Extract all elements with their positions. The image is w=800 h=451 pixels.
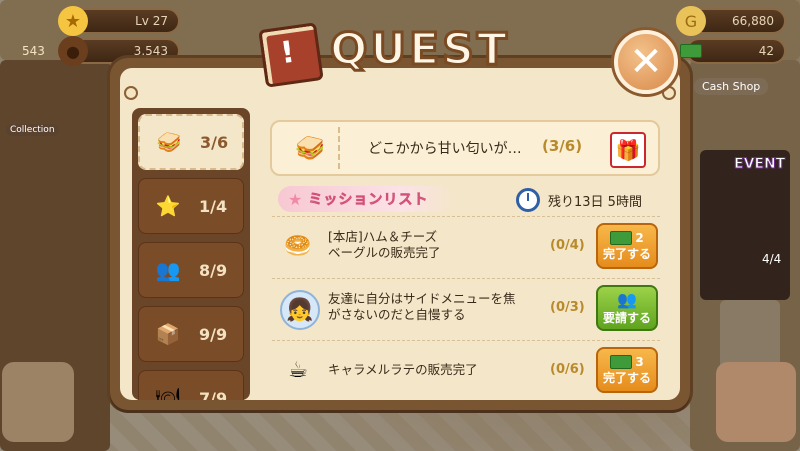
- boxes-icon: 📦: [155, 322, 181, 346]
- star-plus-icon: ⭐: [155, 194, 181, 218]
- tab-progress: 7/9: [199, 388, 228, 401]
- tab-progress: 8/9: [199, 260, 228, 280]
- request-button[interactable]: 👥 要請する: [596, 285, 658, 331]
- friends-icon: 👥: [155, 258, 181, 282]
- cash-icon: [610, 230, 633, 245]
- collection-label[interactable]: Collection: [6, 124, 59, 136]
- mission-row: 👧 友達に自分はサイドメニューを焦 がさないのだと自慢する (0/3) 👥 要請…: [274, 282, 660, 336]
- home-button[interactable]: [716, 362, 796, 442]
- mission-row: ☕ キャラメルラテの販売完了 (0/6) 3 完了する: [274, 344, 660, 398]
- stopwatch-icon: [516, 188, 540, 212]
- gift-icon[interactable]: 🎁: [610, 132, 646, 168]
- quest-title-text: QUEST: [329, 23, 510, 77]
- tab-progress: 9/9: [199, 324, 228, 344]
- quest-category-tabs: 🥪 3/6 ⭐ 1/4 👥 8/9 📦 9/9 🍽 7/9: [132, 108, 250, 400]
- beans-count: 3,543: [133, 44, 168, 58]
- cash-count: 42: [758, 44, 774, 58]
- mission-list-label: ★ ミッションリスト: [278, 186, 454, 212]
- complete-button-label: 完了する: [602, 370, 651, 385]
- time-remaining: 残り13日 5時間: [516, 188, 642, 212]
- complete-button[interactable]: 3 完了する: [596, 347, 658, 393]
- mission-progress: (0/4): [550, 238, 585, 253]
- complete-button[interactable]: 2 完了する: [596, 223, 658, 269]
- cash-shop-button[interactable]: Cash Shop: [694, 78, 769, 95]
- cash-reward: 3: [610, 354, 644, 369]
- star-icon: ★: [288, 189, 303, 209]
- mission-progress: (0/3): [550, 300, 585, 315]
- cake-count: 4/4: [762, 252, 782, 266]
- tab-progress: 1/4: [199, 196, 228, 216]
- coffee-bean-icon: ●: [58, 36, 88, 66]
- divider: [272, 216, 660, 217]
- tab-quest-4[interactable]: 📦 9/9: [138, 306, 244, 362]
- quest-detail: 🥪 どこかから甘い匂いが… (3/6) 🎁 ★ ミッションリスト 残り13日 5…: [258, 108, 674, 400]
- tab-quest-3[interactable]: 👥 8/9: [138, 242, 244, 298]
- tab-progress: 3/6: [200, 132, 229, 152]
- quest-title: ! QUEST: [258, 22, 542, 88]
- request-button-label: 要請する: [602, 311, 651, 325]
- dishes-icon: 🍽: [155, 386, 181, 400]
- coin-icon: G: [676, 6, 706, 36]
- mission-progress: (0/6): [550, 362, 585, 377]
- bagel-icon: 🥯: [284, 233, 312, 259]
- close-button[interactable]: ✕: [614, 30, 678, 94]
- cash-reward: 2: [610, 230, 644, 245]
- mission-row: 🥯 [本店]ハム＆チーズ ベーグルの販売完了 (0/4) 2 完了する: [274, 220, 660, 274]
- quest-progress: (3/6): [542, 137, 583, 155]
- mission-list-title: ミッションリスト: [308, 192, 429, 209]
- quest-book-icon: !: [258, 22, 324, 88]
- mission-text: キャラメルラテの販売完了: [328, 362, 478, 377]
- mission-text: [本店]ハム＆チーズ ベーグルの販売完了: [328, 229, 441, 260]
- divider: [272, 278, 660, 279]
- tab-quest-1[interactable]: 🥪 3/6: [138, 114, 244, 170]
- time-remaining-text: 残り13日 5時間: [548, 194, 642, 210]
- divider: [272, 340, 660, 341]
- quest-name: どこかから甘い匂いが…: [368, 141, 522, 157]
- level-text: Lv 27: [135, 14, 168, 28]
- helpers-icon: 👥: [617, 290, 637, 309]
- star-icon: ★: [58, 6, 88, 36]
- girl-avatar-icon: 👧: [280, 290, 320, 330]
- bagel-sandwich-icon: 🥪: [156, 130, 182, 154]
- coins-count: 66,880: [732, 14, 774, 28]
- event-button[interactable]: EVENT: [733, 156, 785, 173]
- mission-text: 友達に自分はサイドメニューを焦 がさないのだと自慢する: [328, 291, 516, 322]
- quest-header-card: 🥪 どこかから甘い匂いが… (3/6) 🎁: [270, 120, 660, 176]
- tab-quest-2[interactable]: ⭐ 1/4: [138, 178, 244, 234]
- complete-button-label: 完了する: [602, 246, 651, 261]
- friends-button[interactable]: [2, 362, 74, 442]
- cash-icon: [610, 354, 633, 369]
- tab-quest-5[interactable]: 🍽 7/9: [138, 370, 244, 400]
- bolt-icon: [124, 86, 138, 100]
- latte-cup-icon: ☕: [288, 357, 308, 383]
- bagel-sandwich-icon: 🥪: [282, 127, 340, 169]
- left-counter: 543: [22, 44, 45, 58]
